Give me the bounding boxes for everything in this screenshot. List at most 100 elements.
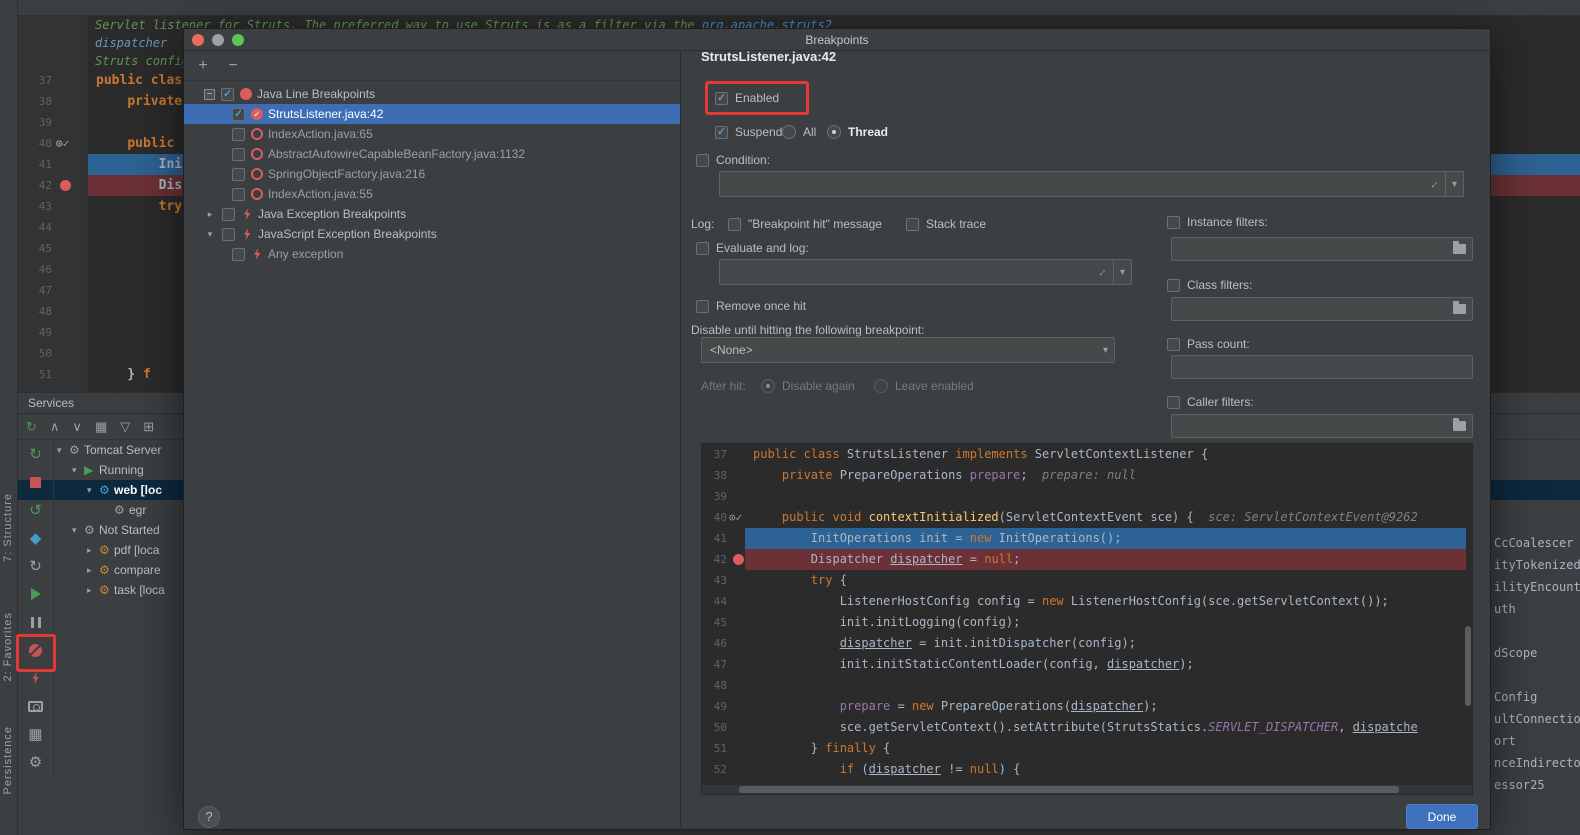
folder-icon[interactable] (1453, 421, 1466, 431)
breakpoint-checkbox[interactable] (232, 148, 245, 161)
breakpoint-dot[interactable] (733, 554, 744, 565)
disable-until-dropdown[interactable]: <None> ▾ (701, 337, 1115, 363)
collapse-all-icon[interactable]: ∨ (72, 419, 82, 435)
preview-code: 37public class StrutsListener implements… (702, 444, 1466, 786)
chevron-right-icon[interactable]: ▸ (87, 585, 99, 596)
breakpoint-tree-row[interactable]: ✓StrutsListener.java:42 (184, 104, 680, 124)
folder-icon[interactable] (1453, 244, 1466, 254)
evaluate-checkbox[interactable] (696, 242, 709, 255)
breakpoint-checkbox[interactable] (232, 108, 245, 121)
suspend-all-radio[interactable] (782, 125, 796, 139)
chevron-down-icon[interactable]: ▾ (72, 525, 84, 536)
stack-trace-checkbox[interactable] (906, 218, 919, 231)
expand-all-icon[interactable]: ∧ (50, 419, 60, 435)
stripe-favorites-button[interactable]: 2: Favorites (2, 612, 14, 681)
dialog-titlebar[interactable]: Breakpoints (184, 29, 1490, 51)
class-filters-checkbox[interactable] (1167, 279, 1180, 292)
condition-input[interactable]: ↔ ▾ (719, 171, 1464, 197)
restart-server-icon[interactable]: ↻ (18, 440, 53, 468)
caller-filters-checkbox[interactable] (1167, 396, 1180, 409)
remove-breakpoint-button[interactable]: − (224, 57, 242, 75)
expand-icon[interactable]: ↔ (1093, 264, 1109, 280)
chevron-down-icon[interactable]: ▾ (72, 465, 84, 476)
rerun-icon[interactable]: ↻ (26, 419, 37, 435)
class-filters-input[interactable] (1171, 297, 1473, 321)
instance-filters-checkbox[interactable] (1167, 216, 1180, 229)
hotswap-icon[interactable]: ◆ (18, 524, 53, 552)
breakpoint-checkbox[interactable] (232, 128, 245, 141)
chevron-down-icon[interactable]: ▾ (57, 445, 69, 456)
leave-enabled-radio[interactable] (874, 379, 888, 393)
condition-checkbox[interactable] (696, 154, 709, 167)
done-button[interactable]: Done (1406, 804, 1478, 829)
breakpoint-checkbox[interactable] (232, 248, 245, 261)
override-gutter-icon[interactable]: ⊙✓ (56, 133, 88, 154)
horizontal-scrollbar-thumb[interactable] (739, 786, 1399, 793)
breakpoint-dot[interactable] (60, 180, 71, 191)
stripe-persistence-button[interactable]: Persistence (2, 726, 14, 794)
breakpoint-label: StrutsListener.java:42 (268, 107, 383, 121)
dot-icon (240, 88, 252, 100)
settings-icon[interactable]: ⚙ (18, 748, 53, 776)
chevron-right-icon[interactable]: ▸ (204, 209, 216, 220)
breakpoint-tree-row[interactable]: Any exception (184, 244, 680, 264)
pass-count-checkbox[interactable] (1167, 338, 1180, 351)
line-number: 38 (702, 465, 729, 486)
remove-once-hit-checkbox[interactable] (696, 300, 709, 313)
code-line: 47 init.initStaticContentLoader(config, … (702, 654, 1466, 675)
expand-icon[interactable]: ↔ (1425, 176, 1441, 192)
code-line: 43 try { (702, 570, 1466, 591)
folder-icon[interactable] (1453, 304, 1466, 314)
resume-icon[interactable] (18, 580, 53, 608)
log-message-checkbox[interactable] (728, 218, 741, 231)
mute-breakpoints-icon[interactable] (18, 636, 53, 664)
help-button[interactable]: ? (198, 806, 220, 828)
suspend-checkbox[interactable] (715, 126, 728, 139)
chevron-down-icon[interactable]: ▾ (204, 229, 216, 240)
breakpoint-checkbox[interactable] (232, 168, 245, 181)
breakpoint-checkbox[interactable] (222, 228, 235, 241)
chevron-down-icon[interactable]: ▾ (87, 485, 99, 496)
breakpoint-checkbox[interactable] (221, 88, 234, 101)
chevron-right-icon[interactable]: ▸ (87, 545, 99, 556)
breakpoint-tree-row[interactable]: ▸Java Exception Breakpoints (184, 204, 680, 224)
chevron-right-icon[interactable]: ▸ (87, 565, 99, 576)
pass-count-input[interactable] (1171, 355, 1473, 379)
breakpoint-tree-row[interactable]: ▾JavaScript Exception Breakpoints (184, 224, 680, 244)
instance-filters-input[interactable] (1171, 237, 1473, 261)
group-by-icon[interactable]: ▦ (95, 419, 107, 435)
breakpoint-tree-row[interactable]: AbstractAutowireCapableBeanFactory.java:… (184, 144, 680, 164)
remove-breakpoints-icon[interactable] (18, 664, 53, 692)
screenshot-icon[interactable] (18, 692, 53, 720)
instance-filters-label: Instance filters: (1187, 215, 1268, 229)
override-gutter-icon[interactable]: ⊙✓ (729, 507, 745, 528)
breakpoint-tree-row[interactable]: −Java Line Breakpoints (184, 84, 680, 104)
add-breakpoint-button[interactable]: + (194, 57, 212, 75)
pause-icon[interactable] (18, 608, 53, 636)
breakpoint-checkbox[interactable] (222, 208, 235, 221)
suspend-thread-radio[interactable] (827, 125, 841, 139)
disable-again-radio[interactable] (761, 379, 775, 393)
evaluate-dropdown-button[interactable]: ▾ (1113, 260, 1131, 284)
vertical-scrollbar-thumb[interactable] (1465, 626, 1471, 706)
options-icon[interactable]: ⊞ (143, 419, 154, 435)
breakpoint-tree-row[interactable]: IndexAction.java:65 (184, 124, 680, 144)
refresh-icon[interactable]: ↻ (18, 552, 53, 580)
layout-icon[interactable]: ▦ (18, 720, 53, 748)
stripe-structure-button[interactable]: 7: Structure (2, 493, 14, 562)
evaluate-input[interactable]: ↔ ▾ (719, 259, 1132, 285)
services-item-label: Not Started (99, 523, 160, 537)
collapse-box-icon[interactable]: − (204, 89, 215, 100)
breakpoint-checkbox[interactable] (232, 188, 245, 201)
breakpoint-tree-row[interactable]: IndexAction.java:55 (184, 184, 680, 204)
line-number: 47 (18, 280, 56, 301)
condition-dropdown-button[interactable]: ▾ (1445, 172, 1463, 196)
enabled-checkbox[interactable] (715, 92, 728, 105)
caller-filters-input[interactable] (1171, 414, 1473, 438)
line-number: 50 (702, 717, 729, 738)
rerun-icon[interactable]: ↺ (18, 496, 53, 524)
breakpoint-tree-row[interactable]: SpringObjectFactory.java:216 (184, 164, 680, 184)
stop-icon[interactable] (18, 468, 53, 496)
background-text-fragment: ort (1480, 730, 1580, 752)
filter-icon[interactable]: ▽ (120, 419, 130, 435)
